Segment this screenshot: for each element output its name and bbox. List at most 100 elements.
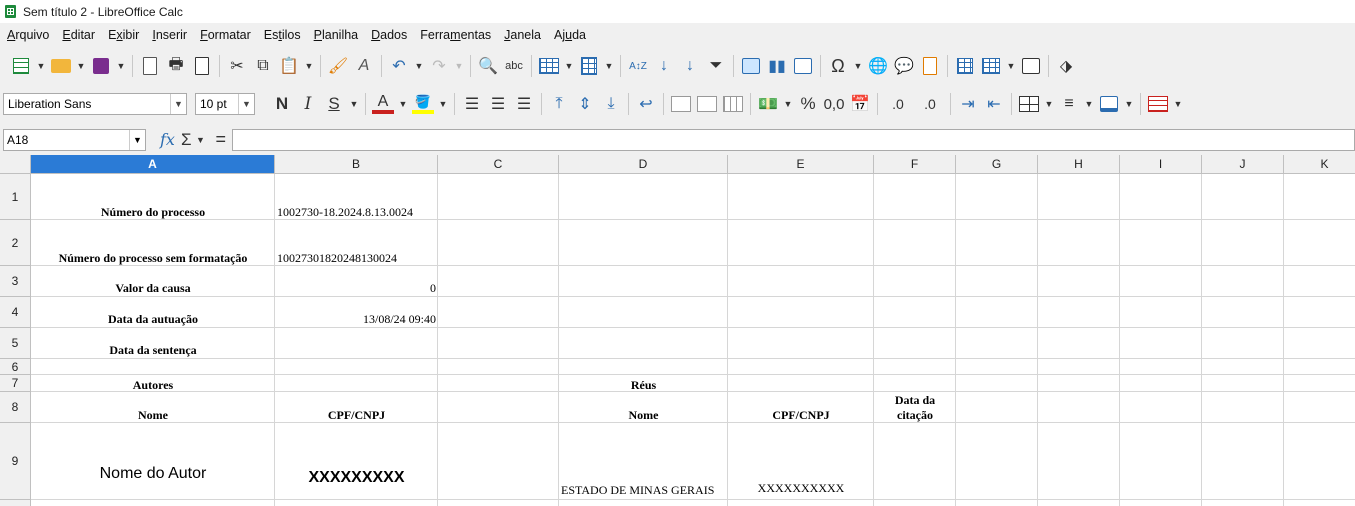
menu-item-0[interactable]: Arquivo (0, 28, 55, 42)
menu-item-7[interactable]: Dados (364, 28, 413, 42)
cell-f8a[interactable]: Data da (874, 393, 956, 408)
border-color-icon[interactable] (1096, 91, 1122, 117)
copy-icon[interactable]: ⧉ (250, 53, 276, 79)
header-footer-icon[interactable] (917, 53, 943, 79)
column-header-g[interactable]: G (956, 155, 1038, 174)
menu-item-2[interactable]: Exibir (101, 28, 145, 42)
function-wizard-icon[interactable]: fx (160, 130, 175, 149)
unmerge-cells-icon[interactable] (720, 91, 746, 117)
border-style-dropdown-icon[interactable]: ▼ (1082, 91, 1096, 117)
cell-a4[interactable]: Data da autuação (31, 312, 275, 327)
clone-formatting-icon[interactable]: 🖌 (325, 53, 351, 79)
chevron-down-icon[interactable]: ▼ (129, 129, 145, 150)
formula-input[interactable] (231, 128, 1355, 151)
split-window-icon[interactable] (1018, 53, 1044, 79)
center-vertically-icon[interactable]: ⇕ (572, 91, 598, 117)
cell-f8b[interactable]: citação (874, 408, 956, 423)
save-dropdown-icon[interactable]: ▼ (114, 53, 128, 79)
font-name-combobox[interactable]: Liberation Sans ▼ (3, 93, 187, 115)
align-center-icon[interactable]: ☰ (485, 91, 511, 117)
cell-d7[interactable]: Réus (559, 378, 728, 393)
open-dropdown-icon[interactable]: ▼ (74, 53, 88, 79)
conditional-format-icon[interactable] (1145, 91, 1171, 117)
find-replace-icon[interactable]: 🔍 (475, 53, 501, 79)
cell-a3[interactable]: Valor da causa (31, 281, 275, 296)
paste-dropdown-icon[interactable]: ▼ (302, 53, 316, 79)
row-header-1[interactable]: 1 (0, 174, 31, 220)
cell-a7[interactable]: Autores (31, 378, 275, 393)
date-format-icon[interactable]: 📅 (847, 91, 873, 117)
font-color-dropdown-icon[interactable]: ▼ (396, 91, 410, 117)
highlight-dropdown-icon[interactable]: ▼ (436, 91, 450, 117)
sort-ascending-icon[interactable]: ↓ (651, 53, 677, 79)
merge-center-icon[interactable] (668, 91, 694, 117)
borders-icon[interactable] (1016, 91, 1042, 117)
column-dropdown-icon[interactable]: ▼ (602, 53, 616, 79)
menu-item-9[interactable]: Janela (497, 28, 547, 42)
font-color-button[interactable]: A (370, 91, 396, 117)
define-print-area-icon[interactable] (952, 53, 978, 79)
menu-item-3[interactable]: Inserir (145, 28, 193, 42)
formula-equals-icon[interactable]: = (215, 129, 226, 150)
italic-button[interactable]: I (295, 91, 321, 117)
increase-indent-icon[interactable]: ⇥ (955, 91, 981, 117)
row-header-partial[interactable] (0, 500, 31, 506)
special-character-icon[interactable]: Ω (825, 53, 851, 79)
cell-b1[interactable]: 1002730-18.2024.8.13.0024 (275, 205, 438, 220)
new-dropdown-icon[interactable]: ▼ (34, 53, 48, 79)
menu-item-10[interactable]: Ajuda (547, 28, 592, 42)
show-draw-functions-icon[interactable]: ⬗ (1053, 53, 1079, 79)
menu-item-8[interactable]: Ferramentas (413, 28, 497, 42)
cell-b8[interactable]: CPF/CNPJ (275, 408, 438, 423)
sum-icon[interactable]: Σ (181, 130, 192, 150)
cell-a2[interactable]: Número do processo sem formatação (31, 251, 275, 266)
cell-b9[interactable]: XXXXXXXXX (275, 469, 438, 487)
new-spreadsheet-icon[interactable] (8, 53, 34, 79)
special-character-dropdown-icon[interactable]: ▼ (851, 53, 865, 79)
row-header-2[interactable]: 2 (0, 220, 31, 266)
menu-item-5[interactable]: Estilos (257, 28, 307, 42)
column-header-f[interactable]: F (874, 155, 956, 174)
merge-cells-icon[interactable] (694, 91, 720, 117)
chevron-down-icon[interactable]: ▼ (170, 94, 186, 114)
menu-item-6[interactable]: Planilha (307, 28, 364, 42)
row-header-5[interactable]: 5 (0, 328, 31, 359)
freeze-dropdown-icon[interactable]: ▼ (1004, 53, 1018, 79)
open-folder-icon[interactable] (48, 53, 74, 79)
cell-b4[interactable]: 13/08/24 09:40 (275, 312, 438, 327)
add-decimal-place-button[interactable]: .0 (882, 91, 914, 117)
borders-dropdown-icon[interactable]: ▼ (1042, 91, 1056, 117)
redo-dropdown-icon[interactable]: ▼ (452, 53, 466, 79)
menu-item-1[interactable]: Editar (55, 28, 101, 42)
shadow-dropdown-icon[interactable]: ▼ (347, 91, 361, 117)
row-icon[interactable] (536, 53, 562, 79)
sum-dropdown-icon[interactable]: ▼ (193, 127, 207, 153)
undo-icon[interactable]: ↶ (386, 53, 412, 79)
delete-decimal-place-button[interactable]: .0 (914, 91, 946, 117)
save-icon[interactable] (88, 53, 114, 79)
conditional-dropdown-icon[interactable]: ▼ (1171, 91, 1185, 117)
cell-a8[interactable]: Nome (31, 408, 275, 423)
cell-b2[interactable]: 10027301820248130024 (275, 251, 438, 266)
row-header-3[interactable]: 3 (0, 266, 31, 297)
cell-d9[interactable]: ESTADO DE MINAS GERAIS (559, 483, 728, 498)
pivot-table-icon[interactable] (790, 53, 816, 79)
clear-formatting-icon[interactable]: A (351, 53, 377, 79)
currency-format-icon[interactable]: 💵 (755, 91, 781, 117)
column-header-h[interactable]: H (1038, 155, 1120, 174)
column-header-d[interactable]: D (559, 155, 728, 174)
font-size-combobox[interactable]: 10 pt ▼ (195, 93, 255, 115)
chevron-down-icon[interactable]: ▼ (238, 94, 254, 114)
comment-icon[interactable]: 💬 (891, 53, 917, 79)
align-top-icon[interactable]: ⤒ (546, 91, 572, 117)
sort-descending-icon[interactable]: ↓ (677, 53, 703, 79)
shadow-button[interactable]: S (321, 91, 347, 117)
sort-icon[interactable]: A↕Z (625, 53, 651, 79)
autofilter-icon[interactable]: ⏷ (703, 53, 729, 79)
hyperlink-icon[interactable]: 🌐 (865, 53, 891, 79)
row-header-4[interactable]: 4 (0, 297, 31, 328)
print-preview-icon[interactable] (189, 53, 215, 79)
percent-format-button[interactable]: % (795, 91, 821, 117)
decrease-indent-icon[interactable]: ⇤ (981, 91, 1007, 117)
cell-a5[interactable]: Data da sentença (31, 343, 275, 358)
